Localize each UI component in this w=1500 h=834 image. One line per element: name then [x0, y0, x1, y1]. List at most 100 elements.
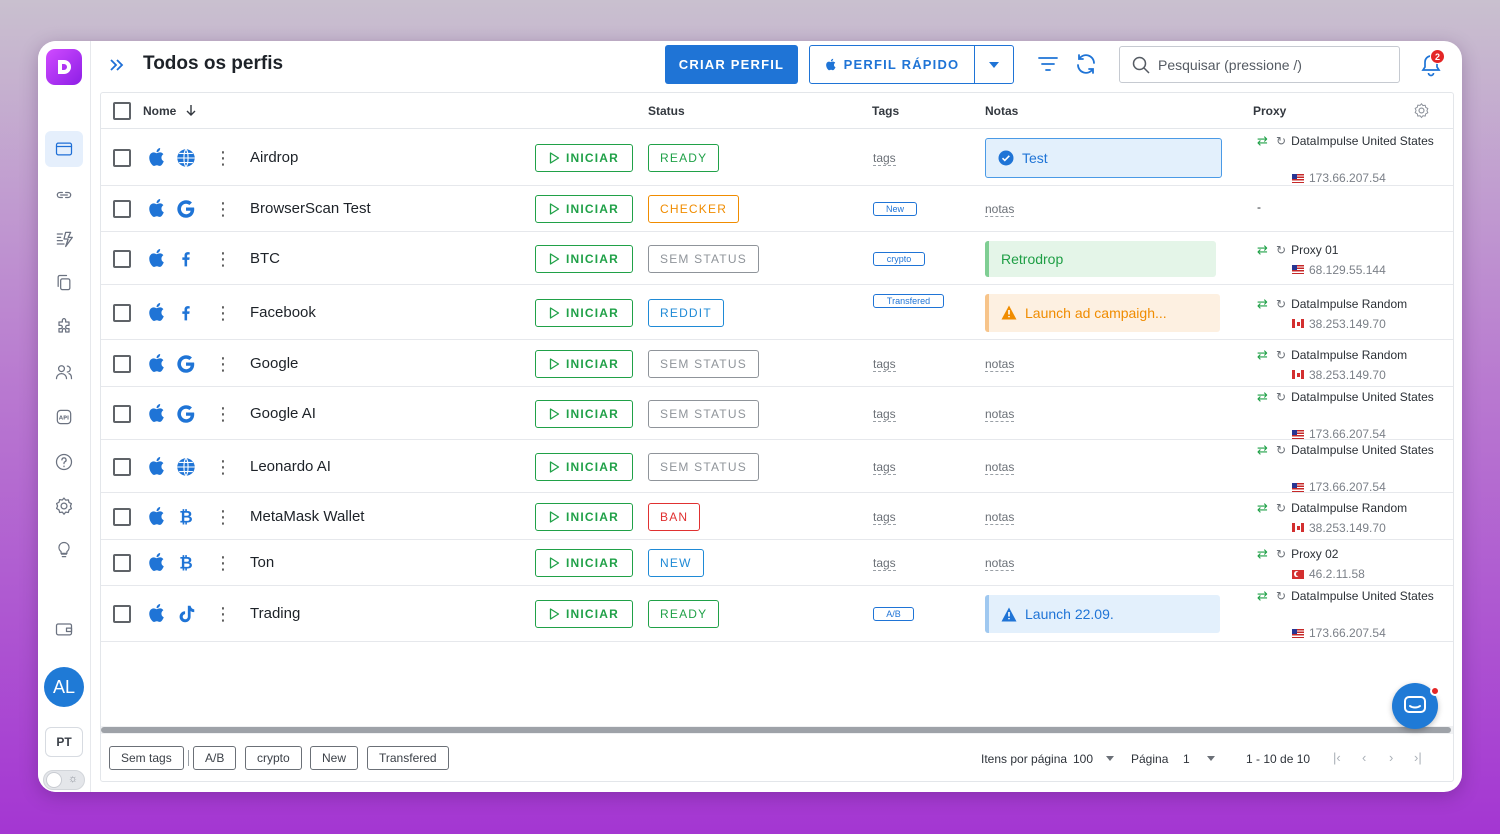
first-page-icon[interactable]: |‹ [1333, 750, 1341, 765]
start-button[interactable]: INICIAR [535, 244, 633, 273]
notes-link[interactable]: notas [985, 460, 1015, 475]
row-menu-icon[interactable]: ⋮ [214, 249, 232, 269]
profile-name[interactable]: Google [250, 355, 298, 372]
start-button[interactable]: INICIAR [535, 298, 633, 327]
sidebar-item-copy[interactable] [45, 265, 83, 301]
tag-chip[interactable]: crypto [873, 251, 925, 266]
filter-tag-sem-tags[interactable]: Sem tags [109, 746, 184, 770]
proxy-cell[interactable]: ⇄ ↻ DataImpulse United States 173.66.207.54 [1257, 133, 1434, 185]
avatar[interactable]: AL [44, 667, 84, 707]
start-button[interactable]: INICIAR [535, 600, 633, 628]
start-button[interactable]: INICIAR [535, 549, 633, 577]
refresh-proxy-icon[interactable]: ↻ [1276, 243, 1286, 257]
swap-icon[interactable]: ⇄ [1257, 546, 1271, 562]
refresh-icon[interactable] [1074, 52, 1098, 76]
last-page-icon[interactable]: ›| [1414, 750, 1422, 765]
select-all-checkbox[interactable] [113, 102, 131, 120]
scrollbar-thumb[interactable] [101, 727, 1451, 733]
row-menu-icon[interactable]: ⋮ [214, 354, 232, 374]
status-badge[interactable]: NEW [648, 549, 704, 577]
status-badge[interactable]: SEM STATUS [648, 452, 759, 481]
tag-chip[interactable]: New [873, 202, 917, 216]
swap-icon[interactable]: ⇄ [1257, 347, 1271, 363]
sidebar-item-profiles[interactable] [45, 131, 83, 167]
refresh-proxy-icon[interactable]: ↻ [1276, 589, 1286, 603]
filter-icon[interactable] [1036, 52, 1060, 76]
profile-name[interactable]: Airdrop [250, 149, 298, 166]
language-button[interactable]: PT [45, 727, 83, 757]
profile-name[interactable]: Trading [250, 605, 300, 622]
note-box[interactable]: Retrodrop [985, 240, 1216, 277]
row-checkbox[interactable] [113, 249, 131, 268]
proxy-cell[interactable]: ⇄ ↻ DataImpulse Random 38.253.149.70 [1257, 500, 1407, 535]
search-input[interactable] [1158, 56, 1378, 73]
proxy-cell[interactable]: ⇄ ↻ DataImpulse Random 38.253.149.70 [1257, 296, 1407, 331]
start-button[interactable]: INICIAR [535, 452, 633, 481]
swap-icon[interactable]: ⇄ [1257, 242, 1271, 258]
quick-profile-button[interactable]: PERFIL RÁPIDO [809, 45, 1014, 84]
swap-icon[interactable]: ⇄ [1257, 133, 1271, 149]
swap-icon[interactable]: ⇄ [1257, 389, 1271, 405]
proxy-cell[interactable]: ⇄ ↻ Proxy 01 68.129.55.144 [1257, 242, 1386, 277]
row-menu-icon[interactable]: ⋮ [214, 457, 232, 477]
sidebar-item-api[interactable]: API [45, 399, 83, 435]
tag-chip[interactable]: Transfered [873, 294, 944, 308]
row-menu-icon[interactable]: ⋮ [214, 303, 232, 323]
column-status[interactable]: Status [648, 104, 685, 118]
status-badge[interactable]: CHECKER [648, 195, 740, 223]
proxy-cell[interactable]: ⇄ ↻ DataImpulse United States 173.66.207.54 [1257, 588, 1434, 640]
table-row[interactable]: ₿ ⋮ MetaMask Wallet INICIAR BAN tags notas ⇄ ↻ Da… [101, 493, 1453, 540]
swap-icon[interactable]: ⇄ [1257, 500, 1271, 516]
column-settings-icon[interactable] [1413, 102, 1430, 119]
sidebar-item-settings[interactable] [45, 488, 83, 524]
row-checkbox[interactable] [113, 457, 131, 476]
row-checkbox[interactable] [113, 148, 131, 167]
swap-icon[interactable]: ⇄ [1257, 442, 1271, 458]
row-checkbox[interactable] [113, 200, 131, 218]
table-row[interactable]: ⋮ Trading INICIAR READY A/B Launch 22.09. ⇄ ↻ Da… [101, 586, 1453, 642]
status-badge[interactable]: READY [648, 600, 720, 628]
sidebar-item-idea[interactable] [45, 532, 83, 568]
sidebar-item-help[interactable] [45, 444, 83, 480]
table-row[interactable]: ⋮ BTC INICIAR SEM STATUS crypto Retrodrop ⇄ ↻ Pr… [101, 232, 1453, 285]
row-checkbox[interactable] [113, 554, 131, 572]
notes-link[interactable]: notas [985, 557, 1015, 571]
filter-tag-transfered[interactable]: Transfered [367, 746, 449, 770]
refresh-proxy-icon[interactable]: ↻ [1276, 348, 1286, 362]
profile-name[interactable]: Ton [250, 554, 274, 571]
sidebar-item-extensions[interactable] [45, 309, 83, 345]
note-box[interactable]: Test [985, 137, 1222, 178]
row-menu-icon[interactable]: ⋮ [214, 404, 232, 424]
filter-tag-new[interactable]: New [310, 746, 359, 770]
refresh-proxy-icon[interactable]: ↻ [1276, 297, 1286, 311]
expand-sidebar-icon[interactable] [108, 55, 126, 75]
proxy-cell[interactable]: ⇄ ↻ DataImpulse Random 38.253.149.70 [1257, 347, 1407, 382]
sidebar-item-link[interactable] [45, 177, 83, 213]
row-menu-icon[interactable]: ⋮ [214, 507, 232, 527]
tags-link[interactable]: tags [873, 510, 896, 525]
profile-name[interactable]: MetaMask Wallet [250, 508, 364, 525]
quick-profile-dropdown[interactable] [975, 61, 1013, 68]
theme-toggle[interactable]: ☼ [43, 770, 85, 790]
sidebar-item-automation[interactable] [45, 221, 83, 257]
search-box[interactable] [1119, 46, 1400, 83]
start-button[interactable]: INICIAR [535, 195, 633, 223]
profile-name[interactable]: BTC [250, 250, 280, 267]
row-checkbox[interactable] [113, 303, 131, 322]
refresh-proxy-icon[interactable]: ↻ [1276, 501, 1286, 515]
refresh-proxy-icon[interactable]: ↻ [1276, 547, 1286, 561]
prev-page-icon[interactable]: ‹ [1362, 750, 1366, 765]
next-page-icon[interactable]: › [1389, 750, 1393, 765]
proxy-cell[interactable]: ⇄ ↻ DataImpulse United States 173.66.207.54 [1257, 442, 1434, 494]
column-tags[interactable]: Tags [872, 104, 899, 118]
refresh-proxy-icon[interactable]: ↻ [1276, 134, 1286, 148]
tags-link[interactable]: tags [873, 151, 896, 166]
status-badge[interactable]: SEM STATUS [648, 399, 759, 428]
column-proxy[interactable]: Proxy [1253, 104, 1286, 118]
table-row[interactable]: ⋮ Leonardo AI INICIAR SEM STATUS tags notas ⇄ ↻… [101, 440, 1453, 494]
notes-link[interactable]: notas [985, 357, 1015, 372]
table-row[interactable]: ₿ ⋮ Ton INICIAR NEW tags notas ⇄ ↻ Proxy 02 46.2.1… [101, 540, 1453, 586]
notes-link[interactable]: notas [985, 510, 1015, 525]
row-checkbox[interactable] [113, 507, 131, 526]
filter-tag-ab[interactable]: A/B [193, 746, 237, 770]
